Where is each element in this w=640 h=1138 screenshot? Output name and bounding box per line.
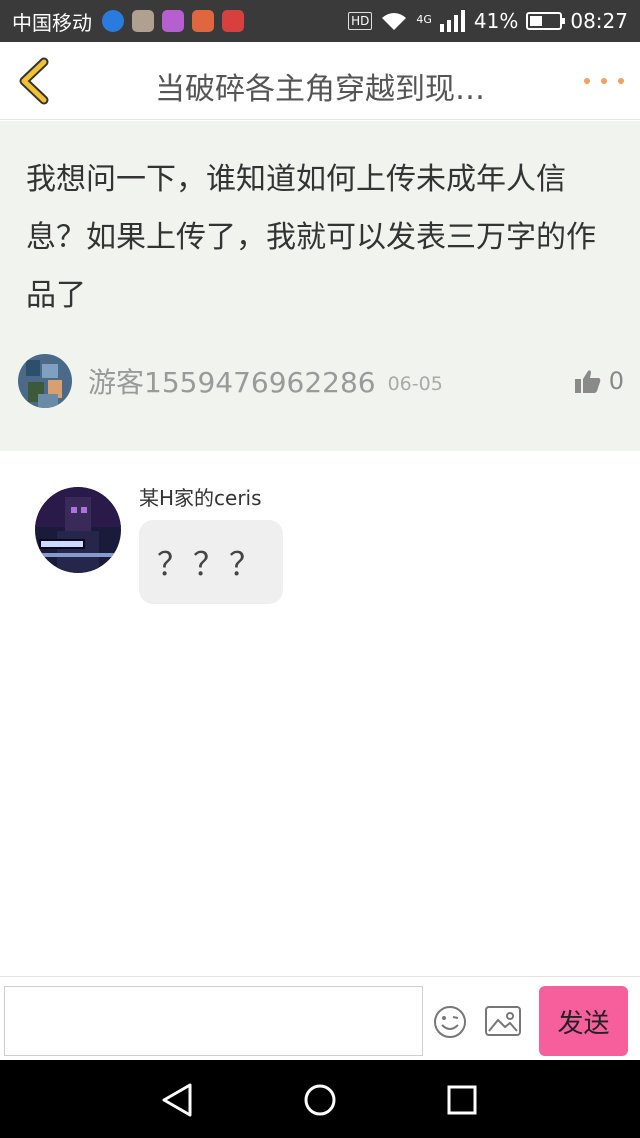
commenter-avatar-image [35, 487, 121, 573]
page-title: 当破碎各主角穿越到现… [155, 72, 485, 107]
battery-percent: 41% [473, 9, 519, 33]
post-date: 06-05 [387, 373, 443, 395]
network-type: 4G [416, 13, 432, 26]
app-tools-icon [192, 10, 214, 32]
nav-back-button[interactable] [158, 1080, 198, 1120]
app-gallery-icon [162, 10, 184, 32]
image-button[interactable] [484, 1005, 522, 1039]
chevron-left-icon [19, 57, 49, 105]
triangle-back-icon [162, 1083, 192, 1117]
more-dot-icon [601, 78, 607, 84]
author-avatar-image [18, 354, 72, 408]
carrier-name: 中国移动 [12, 10, 92, 35]
post-body: 我想问一下，谁知道如何上传未成年人信息？如果上传了，我就可以发表三万字的作品了 [26, 162, 596, 313]
emoji-button[interactable] [432, 1004, 468, 1040]
nav-recents-button[interactable] [442, 1080, 482, 1120]
hd-indicator: HD [348, 12, 373, 30]
avatar[interactable] [35, 487, 121, 573]
comment-author[interactable]: 某H家的ceris [139, 482, 262, 511]
thumbs-up-icon [574, 370, 601, 393]
like-count: 0 [608, 367, 624, 395]
wifi-icon [382, 13, 407, 30]
more-options-button[interactable] [584, 66, 624, 96]
app-cloud-icon [222, 10, 244, 32]
app-k-icon [102, 10, 124, 32]
status-bar: 中国移动 HD 4G 41% 08:27 [0, 0, 640, 42]
smiley-icon [434, 1006, 466, 1038]
header-bar: 当破碎各主角穿越到现… [0, 42, 640, 120]
more-dot-icon [584, 78, 590, 84]
reply-bar: 发送 [0, 976, 640, 1060]
post-author[interactable]: 游客1559476962286 [88, 361, 376, 401]
post-meta: 游客1559476962286 06-05 0 [18, 353, 624, 409]
nav-home-button[interactable] [300, 1080, 340, 1120]
comment-bubble: ？？？ [139, 520, 283, 604]
signal-icon [439, 10, 465, 32]
avatar[interactable] [18, 354, 72, 408]
app-photo-icon [132, 10, 154, 32]
send-button[interactable]: 发送 [539, 986, 628, 1056]
battery-icon [526, 12, 566, 30]
circle-home-icon [304, 1084, 336, 1116]
post-card: 我想问一下，谁知道如何上传未成年人信息？如果上传了，我就可以发表三万字的作品了 … [0, 121, 640, 451]
more-dot-icon [618, 78, 624, 84]
system-nav-bar [0, 1060, 640, 1138]
comment-item: 某H家的ceris ？？？ [0, 452, 640, 652]
square-recents-icon [447, 1085, 477, 1115]
clock: 08:27 [570, 9, 628, 33]
back-button[interactable] [14, 56, 62, 106]
reply-input[interactable] [4, 986, 423, 1056]
like-button[interactable]: 0 [574, 367, 624, 395]
image-icon [485, 1006, 521, 1036]
